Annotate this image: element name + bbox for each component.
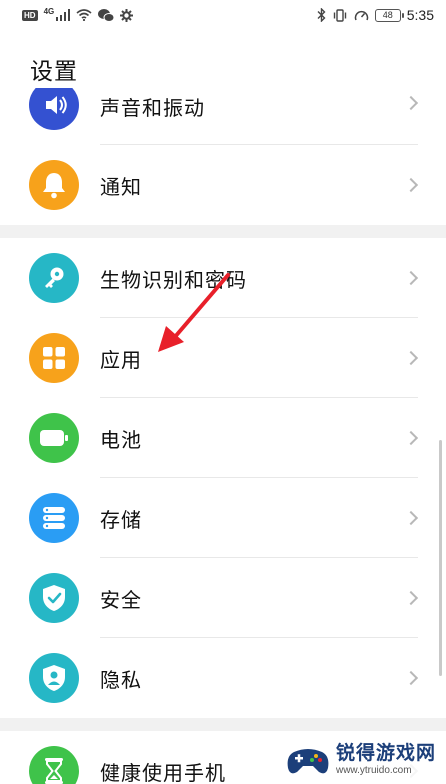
- chevron-right-icon: [403, 510, 419, 526]
- settings-item-label: 健康使用手机: [100, 760, 226, 784]
- settings-item-label: 隐私: [100, 667, 142, 692]
- settings-item-label: 存储: [100, 507, 142, 532]
- settings-item-label: 安全: [100, 587, 142, 612]
- bluetooth-icon: [317, 8, 326, 22]
- battery-icon: [29, 413, 79, 463]
- watermark: 锐得游戏网 www.ytruido.com: [281, 740, 440, 780]
- chevron-right-icon: [403, 430, 419, 446]
- status-left: HD 4G: [22, 6, 134, 22]
- settings-item-security[interactable]: 安全: [0, 558, 446, 638]
- storage-icon: [29, 493, 79, 543]
- chevron-right-icon: [403, 270, 419, 286]
- speed-meter-icon: [354, 9, 369, 22]
- chevron-right-icon: [403, 350, 419, 366]
- settings-list: 声音和振动 通知 生物识别和密码 应用 电池 存储 安全 隐私 健康使用手机: [0, 88, 446, 784]
- wechat-icon: [98, 8, 115, 22]
- chevron-right-icon: [403, 590, 419, 606]
- section-gap: [0, 718, 446, 731]
- settings-item-biometrics[interactable]: 生物识别和密码: [0, 238, 446, 318]
- wifi-icon: [76, 9, 92, 21]
- vibrate-icon: [332, 8, 348, 22]
- settings-item-battery[interactable]: 电池: [0, 398, 446, 478]
- signal-icon: [56, 9, 71, 21]
- grid-apps-icon: [29, 333, 79, 383]
- hourglass-icon: [29, 746, 79, 784]
- watermark-title: 锐得游戏网: [335, 742, 436, 764]
- settings-item-apps[interactable]: 应用: [0, 318, 446, 398]
- settings-item-label: 通知: [100, 174, 142, 199]
- network-type: 4G: [43, 6, 55, 16]
- battery-indicator: 48: [374, 8, 404, 22]
- shield-check-icon: [29, 573, 79, 623]
- privacy-shield-icon: [29, 653, 79, 703]
- hd-badge: HD: [22, 9, 38, 21]
- speaker-icon: [29, 88, 79, 130]
- chevron-right-icon: [403, 670, 419, 686]
- section-gap: [0, 225, 446, 238]
- watermark-url: www.ytruido.com: [335, 765, 412, 776]
- settings-item-privacy[interactable]: 隐私: [0, 638, 446, 718]
- settings-item-storage[interactable]: 存储: [0, 478, 446, 558]
- page-title: 设置: [30, 59, 78, 85]
- scrollbar[interactable]: [439, 440, 442, 676]
- gamepad-logo-icon: [287, 749, 329, 774]
- chevron-right-icon: [403, 177, 419, 193]
- key-icon: [29, 253, 79, 303]
- settings-item-label: 电池: [100, 427, 142, 452]
- settings-item-label: 应用: [100, 347, 142, 372]
- watermark-text: 锐得游戏网 www.ytruido.com: [336, 744, 436, 776]
- settings-item-notifications[interactable]: 通知: [0, 145, 446, 225]
- chevron-right-icon: [403, 95, 419, 111]
- status-time: 5:35: [406, 7, 434, 23]
- status-bar: HD 4G 48 5:35: [0, 0, 446, 30]
- settings-item-sound[interactable]: 声音和振动: [0, 88, 446, 145]
- settings-item-label: 声音和振动: [100, 96, 205, 120]
- status-right: 48 5:35: [317, 7, 434, 23]
- settings-item-label: 生物识别和密码: [100, 267, 247, 292]
- settings-gear-icon: [120, 8, 134, 22]
- bell-icon: [29, 160, 79, 210]
